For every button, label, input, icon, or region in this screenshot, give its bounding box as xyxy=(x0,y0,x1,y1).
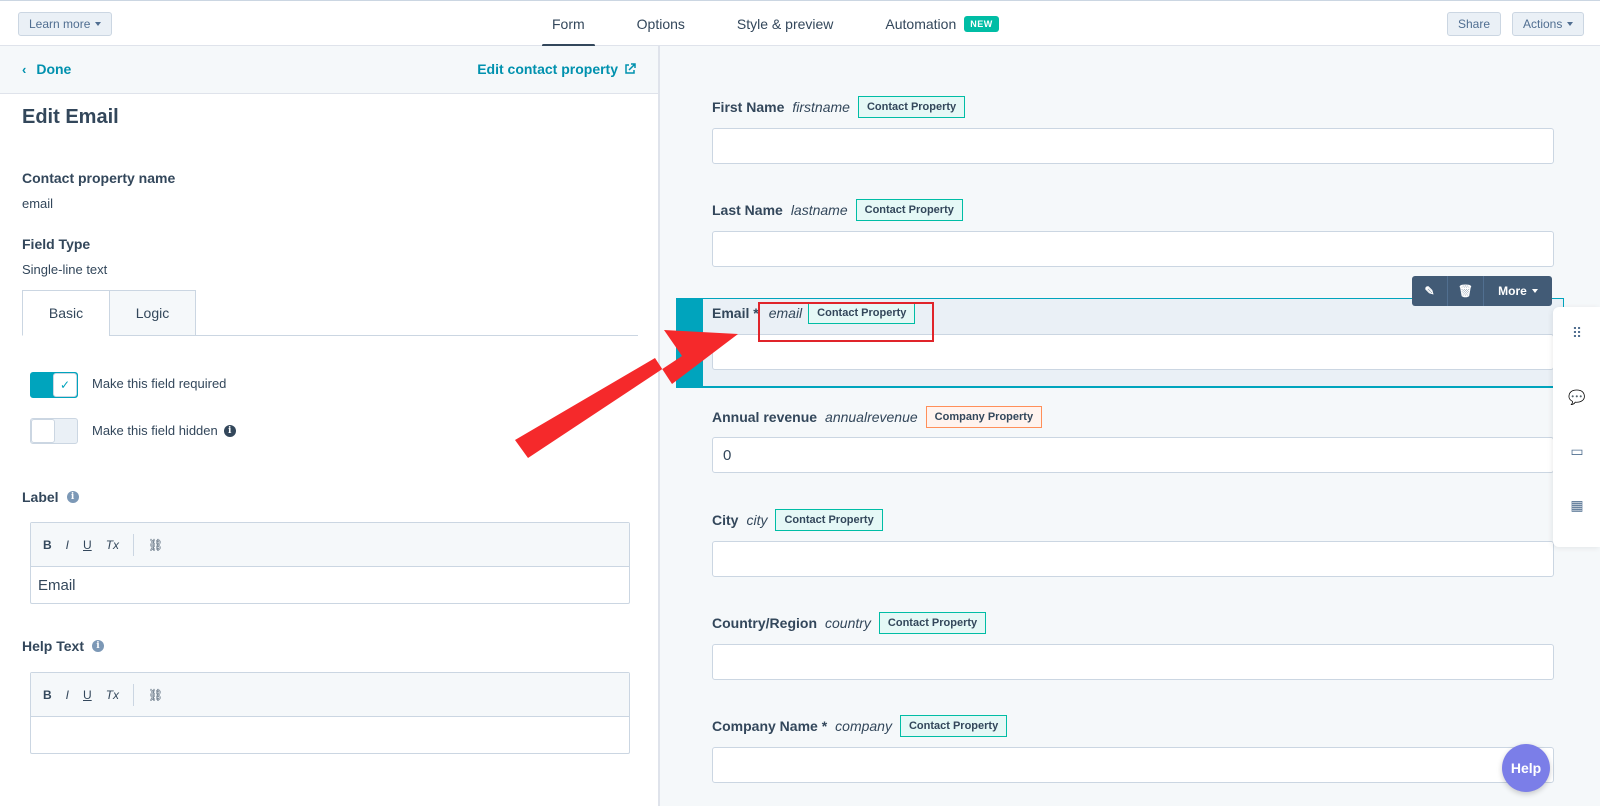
info-icon[interactable]: i xyxy=(91,640,104,652)
edit-field-panel: ‹ Done Edit contact property Edit Email … xyxy=(0,46,660,806)
field-type-label: Field Type xyxy=(22,236,91,252)
drag-handle[interactable] xyxy=(677,299,703,387)
hidden-toggle[interactable] xyxy=(30,418,78,444)
help-text-editor: B I U Tx ⛓ xyxy=(30,672,630,754)
tab-form[interactable]: Form xyxy=(542,1,595,47)
tab-logic[interactable]: Logic xyxy=(109,290,196,336)
hidden-label-wrap: Make this field hidden i xyxy=(92,423,236,438)
company-input[interactable] xyxy=(712,747,1554,783)
field-label-city: City city Contact Property xyxy=(712,509,883,531)
contact-property-tag: Contact Property xyxy=(775,509,883,531)
city-input[interactable] xyxy=(712,541,1554,577)
help-text-heading: Help Text i xyxy=(22,638,104,654)
link-icon[interactable]: ⛓ xyxy=(148,688,163,702)
required-toggle[interactable]: ✓ xyxy=(30,372,78,398)
field-label-lastname: Last Name lastname Contact Property xyxy=(712,199,963,221)
rich-text-toolbar: B I U Tx ⛓ xyxy=(31,523,629,567)
actions-button[interactable]: Actions xyxy=(1512,12,1585,36)
annualrevenue-input[interactable]: 0 xyxy=(712,437,1554,473)
share-button[interactable]: Share xyxy=(1447,12,1502,36)
property-name-value: email xyxy=(22,196,54,211)
contact-property-tag: Contact Property xyxy=(857,96,966,118)
tab-basic[interactable]: Basic xyxy=(22,290,110,336)
label-input[interactable]: Email xyxy=(31,567,629,603)
red-highlight-box xyxy=(758,302,934,342)
underline-button[interactable]: U xyxy=(83,538,92,552)
link-icon[interactable]: ⛓ xyxy=(148,538,163,552)
tab-options[interactable]: Options xyxy=(637,1,685,47)
field-toolbar: ✎ 🗑 More xyxy=(1412,276,1552,306)
field-label-country: Country/Region country Contact Property xyxy=(712,612,987,634)
edit-contact-property-link[interactable]: Edit contact property xyxy=(477,61,636,77)
company-property-tag: Company Property xyxy=(925,406,1043,428)
property-name-label: Contact property name xyxy=(22,170,176,186)
required-label: Make this field required xyxy=(92,376,227,391)
field-type-value: Single-line text xyxy=(22,262,108,277)
clear-format-button[interactable]: Tx xyxy=(106,538,119,552)
help-text-input[interactable] xyxy=(31,717,629,753)
lastname-input[interactable] xyxy=(712,231,1554,267)
check-icon: ✓ xyxy=(53,373,77,397)
caret-down-icon xyxy=(95,22,102,26)
country-input[interactable] xyxy=(712,644,1554,680)
contact-property-tag: Contact Property xyxy=(855,199,963,221)
caret-down-icon xyxy=(1567,22,1574,26)
caret-down-icon xyxy=(1531,289,1538,293)
panel-header: ‹ Done Edit contact property xyxy=(0,46,658,94)
chevron-left-icon: ‹ xyxy=(22,61,27,77)
italic-button[interactable]: I xyxy=(66,688,69,702)
window-icon[interactable]: ▭ xyxy=(1568,443,1586,459)
contact-property-tag: Contact Property xyxy=(899,715,1008,737)
firstname-input[interactable] xyxy=(712,128,1554,164)
side-rail: ⠿ 💬 ▭ ▦ xyxy=(1553,307,1600,547)
rich-text-toolbar: B I U Tx ⛓ xyxy=(31,673,629,717)
field-label-firstname: First Name firstname Contact Property xyxy=(712,96,966,118)
form-preview: ✎ 🗑 More First Name firstname Contact Pr… xyxy=(662,46,1600,806)
field-label-annualrevenue: Annual revenue annualrevenue Company Pro… xyxy=(712,406,1043,428)
tab-style-preview[interactable]: Style & preview xyxy=(737,1,833,47)
tab-automation[interactable]: Automation NEW xyxy=(885,1,999,47)
info-icon[interactable]: i xyxy=(66,491,79,503)
external-link-icon xyxy=(625,63,636,74)
label-heading: Label i xyxy=(22,489,79,505)
panel-title: Edit Email xyxy=(22,106,119,128)
underline-button[interactable]: U xyxy=(83,688,92,702)
basic-logic-tabs: Basic Logic xyxy=(22,290,638,336)
field-label-company: Company Name * company Contact Property xyxy=(712,715,1008,737)
calendar-icon[interactable]: ▦ xyxy=(1568,497,1586,513)
info-icon[interactable]: i xyxy=(223,424,236,437)
help-button[interactable]: Help xyxy=(1502,744,1550,792)
trash-icon[interactable]: 🗑 xyxy=(1448,276,1484,306)
more-button[interactable]: More xyxy=(1484,276,1552,306)
learn-more-button[interactable]: Learn more xyxy=(18,12,113,36)
main-tabs: Form Options Style & preview Automation … xyxy=(542,1,1051,47)
grid-dots-icon[interactable]: ⠿ xyxy=(1568,325,1586,341)
bold-button[interactable]: B xyxy=(43,538,52,552)
clear-format-button[interactable]: Tx xyxy=(106,688,119,702)
bold-button[interactable]: B xyxy=(43,688,52,702)
label-editor: B I U Tx ⛓ Email xyxy=(30,522,630,604)
chat-icon[interactable]: 💬 xyxy=(1568,389,1586,405)
new-badge: NEW xyxy=(964,16,999,32)
top-bar: Learn more Form Options Style & preview … xyxy=(0,0,1600,47)
italic-button[interactable]: I xyxy=(66,538,69,552)
done-button[interactable]: ‹ Done xyxy=(22,61,71,77)
contact-property-tag: Contact Property xyxy=(878,612,987,634)
edit-pencil-icon[interactable]: ✎ xyxy=(1412,276,1448,306)
